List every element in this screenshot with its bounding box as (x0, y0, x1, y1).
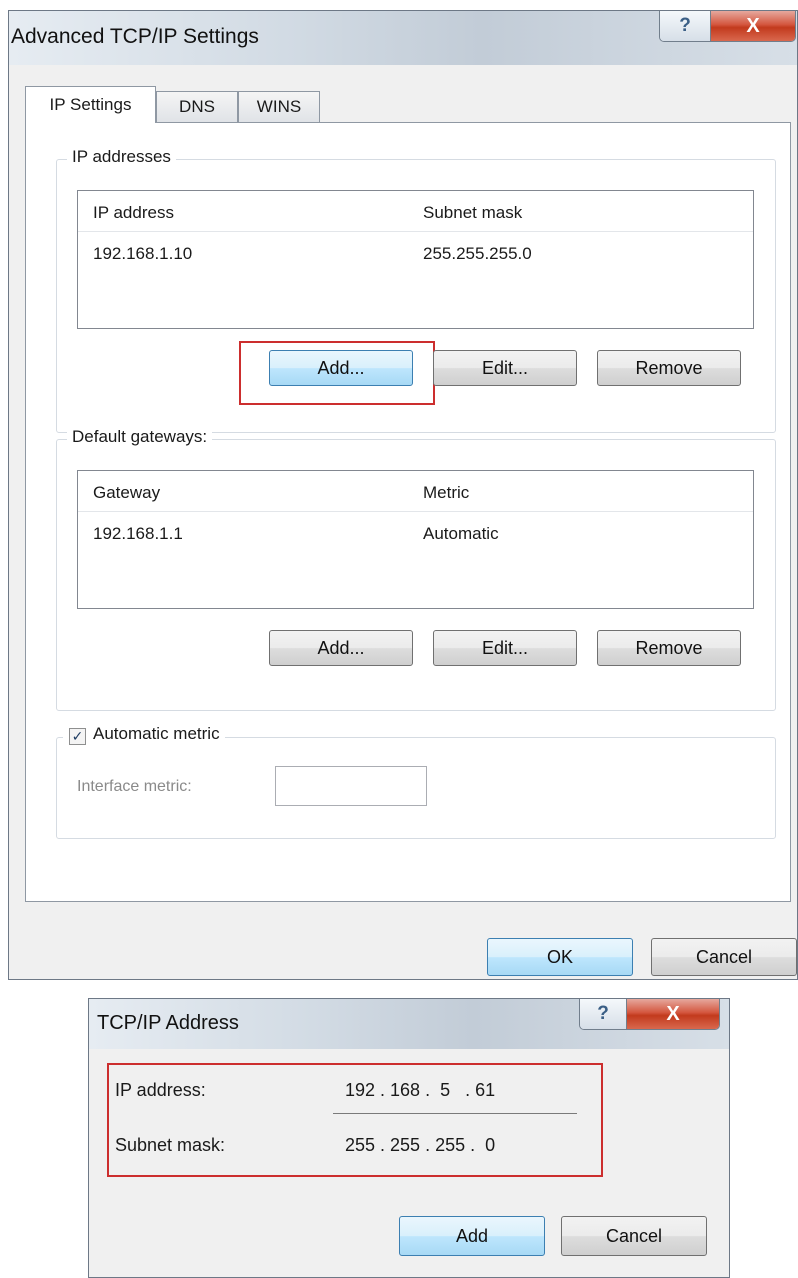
add-gateway-button[interactable]: Add... (269, 630, 413, 666)
close-button[interactable]: X (711, 11, 795, 41)
ip-address-cell[interactable]: 192.168.1.10 (93, 244, 192, 264)
close-icon: X (746, 14, 760, 37)
tab-ip-settings[interactable]: IP Settings (25, 86, 156, 123)
advanced-tcpip-dialog: Advanced TCP/IP Settings ? X IP Settings… (8, 10, 798, 980)
gateway-list[interactable]: Gateway Metric 192.168.1.1 Automatic (77, 470, 754, 609)
tab-dns[interactable]: DNS (156, 91, 238, 122)
title-bar: Advanced TCP/IP Settings ? X (9, 11, 797, 65)
edit-gateway-button[interactable]: Edit... (433, 630, 577, 666)
metric-group: Automatic metric ✓ Interface metric: (56, 724, 776, 839)
caption-buttons: ? X (579, 999, 720, 1030)
subnet-mask-field[interactable]: 255 . 255 . 255 . 0 (345, 1135, 495, 1156)
dialog-body: IP address: 192 . 168 . 5 . 61 Subnet ma… (89, 1049, 729, 1277)
interface-metric-input[interactable] (275, 766, 427, 806)
interface-metric-label: Interface metric: (77, 778, 192, 795)
tab-wins[interactable]: WINS (238, 91, 320, 122)
question-icon: ? (597, 1003, 609, 1024)
column-header-ip-address[interactable]: IP address (93, 203, 174, 223)
dialog-title: TCP/IP Address (97, 1012, 239, 1034)
cancel-button[interactable]: Cancel (651, 938, 797, 976)
add-button[interactable]: Add (399, 1216, 545, 1256)
automatic-metric-checkbox[interactable]: ✓ (69, 728, 86, 745)
ip-addresses-group: IP addresses IP address Subnet mask 192.… (56, 147, 776, 433)
automatic-metric-label: Automatic metric (93, 724, 220, 743)
ip-address-field[interactable]: 192 . 168 . 5 . 61 (345, 1080, 495, 1101)
tab-label: DNS (179, 97, 215, 116)
dialog-title: Advanced TCP/IP Settings (11, 25, 259, 48)
close-icon: X (666, 1002, 680, 1025)
list-header: IP address Subnet mask (78, 191, 753, 232)
subnet-mask-label: Subnet mask: (115, 1135, 226, 1155)
close-button[interactable]: X (627, 999, 719, 1029)
ip-settings-panel: IP addresses IP address Subnet mask 192.… (25, 122, 791, 902)
edit-ip-button[interactable]: Edit... (433, 350, 577, 386)
help-button[interactable]: ? (660, 11, 711, 41)
cancel-button[interactable]: Cancel (561, 1216, 707, 1256)
checkmark-icon: ✓ (71, 728, 84, 744)
automatic-metric-legend: Automatic metric (63, 724, 225, 744)
remove-ip-button[interactable]: Remove (597, 350, 741, 386)
metric-cell[interactable]: Automatic (423, 524, 499, 544)
remove-gateway-button[interactable]: Remove (597, 630, 741, 666)
default-gateways-legend: Default gateways: (67, 427, 213, 447)
default-gateways-group: Default gateways: Gateway Metric 192.168… (56, 427, 776, 711)
help-button[interactable]: ? (580, 999, 627, 1029)
gateway-cell[interactable]: 192.168.1.1 (93, 524, 183, 544)
add-ip-button[interactable]: Add... (269, 350, 413, 386)
column-header-subnet-mask[interactable]: Subnet mask (423, 203, 522, 223)
subnet-mask-cell[interactable]: 255.255.255.0 (423, 244, 532, 264)
ip-address-list[interactable]: IP address Subnet mask 192.168.1.10 255.… (77, 190, 754, 329)
column-header-metric[interactable]: Metric (423, 483, 469, 503)
ip-field-divider (333, 1113, 577, 1114)
ip-address-label: IP address: (115, 1080, 206, 1100)
tcpip-address-dialog: TCP/IP Address ? X IP address: 192 . 168… (88, 998, 730, 1278)
question-icon: ? (679, 15, 691, 36)
ip-addresses-legend: IP addresses (67, 147, 176, 167)
list-header: Gateway Metric (78, 471, 753, 512)
ok-button[interactable]: OK (487, 938, 633, 976)
dialog-body: IP Settings DNS WINS IP addresses IP add… (9, 65, 797, 979)
caption-buttons: ? X (659, 11, 796, 42)
tab-label: IP Settings (49, 95, 132, 114)
title-bar: TCP/IP Address ? X (89, 999, 729, 1049)
column-header-gateway[interactable]: Gateway (93, 483, 160, 503)
tab-label: WINS (256, 97, 302, 116)
